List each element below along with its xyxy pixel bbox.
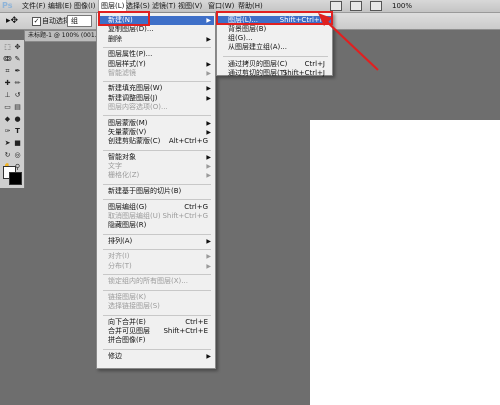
- watermark-text: Bai 经验: [406, 372, 474, 390]
- baidu-watermark: Bai 经验 jingyan.baidu.com: [392, 368, 496, 402]
- annotation-arrow: [318, 13, 379, 71]
- baidu-paw-icon: [392, 372, 404, 384]
- watermark-url: jingyan.baidu.com: [412, 390, 468, 397]
